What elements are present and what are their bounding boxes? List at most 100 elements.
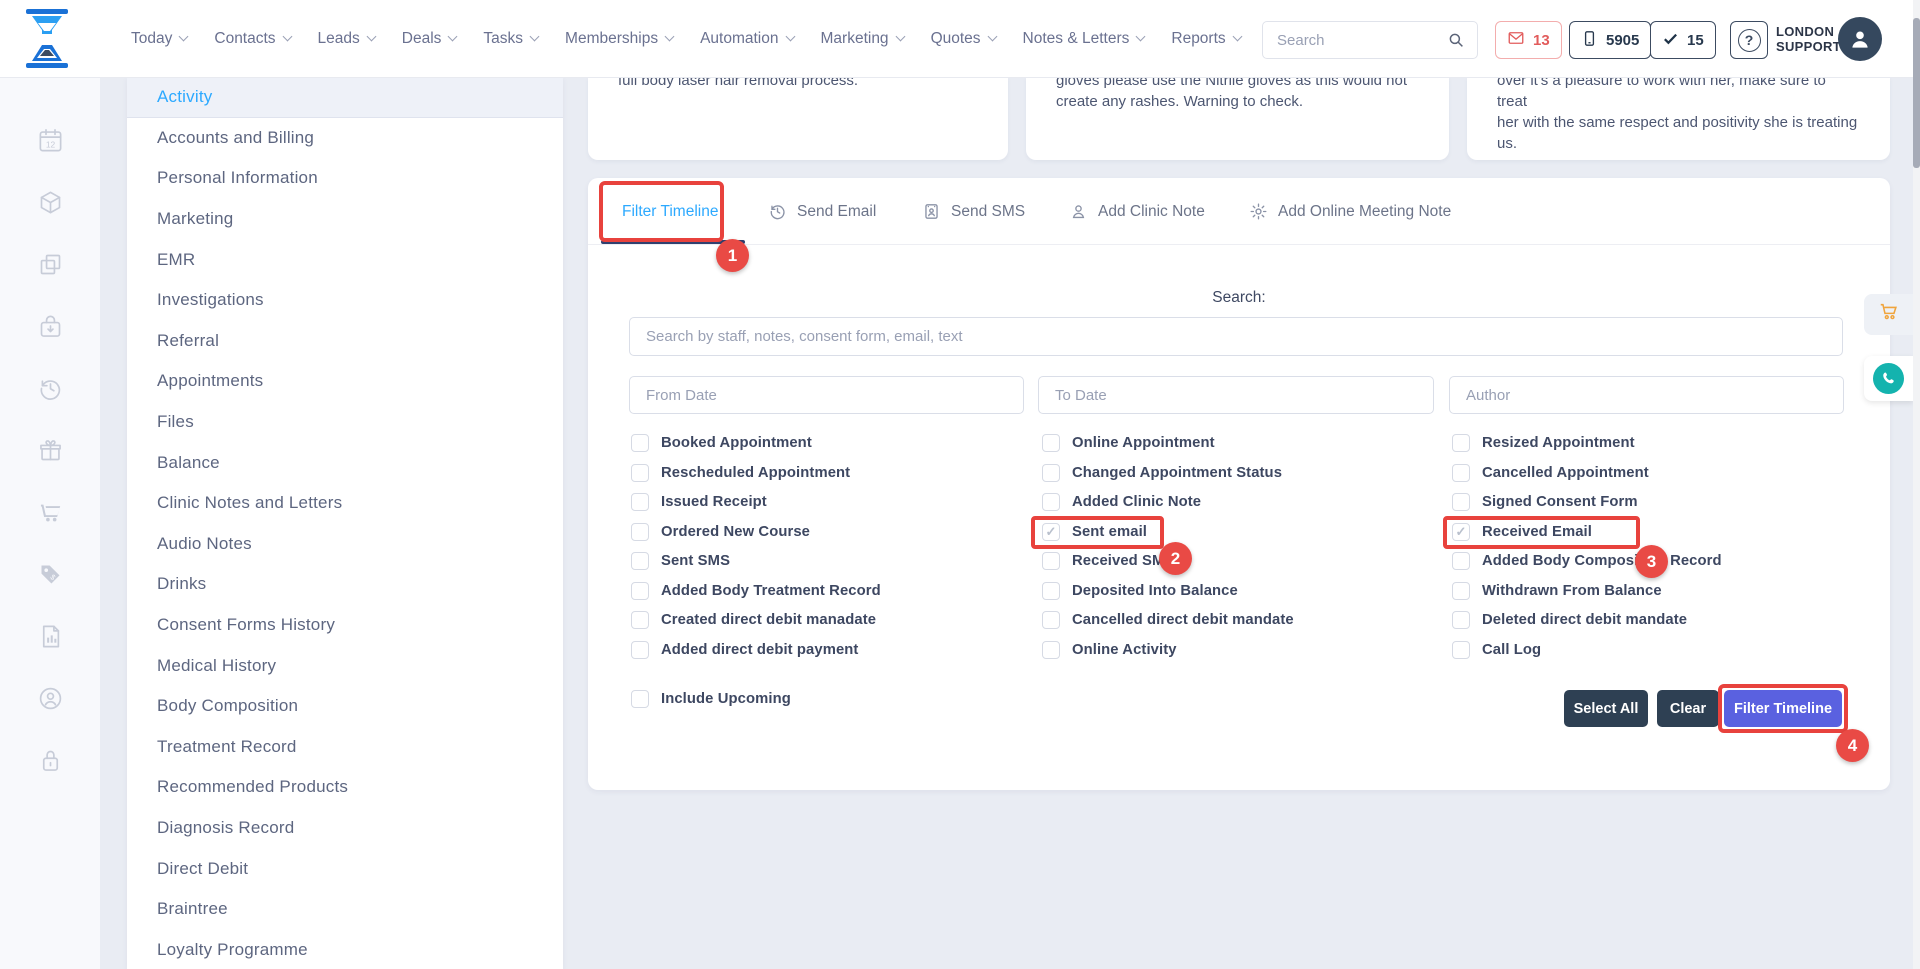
- filter-option-resized-appointment-checkbox[interactable]: [1452, 434, 1470, 452]
- sidebar-item-files[interactable]: Files: [127, 402, 563, 443]
- filter-option-online-appointment-row[interactable]: Online Appointment: [1042, 434, 1294, 452]
- filter-option-deposited-into-balance-checkbox[interactable]: [1042, 582, 1060, 600]
- sidebar-item-treatment-record[interactable]: Treatment Record: [127, 727, 563, 768]
- history-icon[interactable]: [37, 375, 64, 402]
- from-date-input[interactable]: [629, 376, 1024, 414]
- filter-option-changed-appointment-status-checkbox[interactable]: [1042, 464, 1060, 482]
- global-search-input[interactable]: [1263, 32, 1435, 49]
- nav-item-leads[interactable]: Leads: [318, 30, 375, 48]
- filter-option-added-body-composition-record-checkbox[interactable]: [1452, 552, 1470, 570]
- nav-item-today[interactable]: Today: [131, 30, 187, 48]
- email-badge[interactable]: 13: [1495, 21, 1562, 59]
- sidebar-item-diagnosis-record[interactable]: Diagnosis Record: [127, 808, 563, 849]
- clear-button[interactable]: Clear: [1657, 690, 1719, 727]
- filter-option-rescheduled-appointment-checkbox[interactable]: [631, 464, 649, 482]
- filter-option-online-activity-row[interactable]: Online Activity: [1042, 641, 1294, 659]
- sidebar-item-direct-debit[interactable]: Direct Debit: [127, 848, 563, 889]
- filter-option-online-activity-checkbox[interactable]: [1042, 641, 1060, 659]
- filter-option-signed-consent-form-row[interactable]: Signed Consent Form: [1452, 493, 1722, 511]
- filter-option-added-clinic-note-checkbox[interactable]: [1042, 493, 1060, 511]
- sidebar-item-audio-notes[interactable]: Audio Notes: [127, 524, 563, 565]
- filter-option-online-appointment-checkbox[interactable]: [1042, 434, 1060, 452]
- filter-option-deposited-into-balance-row[interactable]: Deposited Into Balance: [1042, 582, 1294, 600]
- filter-option-call-log-row[interactable]: Call Log: [1452, 641, 1722, 659]
- sidebar-item-loyalty-programme[interactable]: Loyalty Programme: [127, 929, 563, 969]
- timeline-search-input[interactable]: [629, 317, 1843, 356]
- filter-option-ordered-new-course-checkbox[interactable]: [631, 523, 649, 541]
- sidebar-item-emr[interactable]: EMR: [127, 239, 563, 280]
- filter-option-received-sms-checkbox[interactable]: [1042, 552, 1060, 570]
- search-icon[interactable]: [1435, 31, 1477, 49]
- filter-option-withdrawn-from-balance-checkbox[interactable]: [1452, 582, 1470, 600]
- filter-option-ordered-new-course-row[interactable]: Ordered New Course: [631, 523, 881, 541]
- call-widget[interactable]: [1864, 356, 1913, 401]
- sidebar-item-body-composition[interactable]: Body Composition: [127, 686, 563, 727]
- global-search-box[interactable]: [1262, 21, 1478, 59]
- to-date-input[interactable]: [1038, 376, 1434, 414]
- filter-option-sent-email-row[interactable]: ✓Sent email: [1042, 523, 1294, 541]
- filter-option-added-clinic-note-row[interactable]: Added Clinic Note: [1042, 493, 1294, 511]
- select-all-button[interactable]: Select All: [1564, 690, 1648, 727]
- filter-option-call-log-checkbox[interactable]: [1452, 641, 1470, 659]
- sidebar-item-accounts-and-billing[interactable]: Accounts and Billing: [127, 118, 563, 159]
- filter-option-deleted-direct-debit-mandate-row[interactable]: Deleted direct debit mandate: [1452, 611, 1722, 629]
- nav-item-reports[interactable]: Reports: [1171, 30, 1240, 48]
- author-input[interactable]: [1449, 376, 1844, 414]
- filter-option-added-body-treatment-record-checkbox[interactable]: [631, 582, 649, 600]
- report-icon[interactable]: [37, 623, 64, 650]
- nav-item-deals[interactable]: Deals: [402, 30, 457, 48]
- nav-item-tasks[interactable]: Tasks: [483, 30, 538, 48]
- filter-option-signed-consent-form-checkbox[interactable]: [1452, 493, 1470, 511]
- help-button[interactable]: ?: [1730, 21, 1768, 59]
- cart-icon[interactable]: [37, 499, 64, 526]
- sidebar-item-drinks[interactable]: Drinks: [127, 564, 563, 605]
- filter-option-cancelled-appointment-row[interactable]: Cancelled Appointment: [1452, 464, 1722, 482]
- phone-badge[interactable]: 5905: [1569, 21, 1651, 59]
- sidebar-item-investigations[interactable]: Investigations: [127, 280, 563, 321]
- nav-item-quotes[interactable]: Quotes: [931, 30, 996, 48]
- filter-option-sent-sms-row[interactable]: Sent SMS: [631, 552, 881, 570]
- nav-item-memberships[interactable]: Memberships: [565, 30, 673, 48]
- filter-option-include-upcoming-row[interactable]: Include Upcoming: [631, 690, 791, 708]
- gift-icon[interactable]: [37, 437, 64, 464]
- filter-option-sent-email-checkbox[interactable]: ✓: [1042, 523, 1060, 541]
- filter-option-resized-appointment-row[interactable]: Resized Appointment: [1452, 434, 1722, 452]
- filter-option-issued-receipt-row[interactable]: Issued Receipt: [631, 493, 881, 511]
- sidebar-item-braintree[interactable]: Braintree: [127, 889, 563, 930]
- filter-option-added-body-treatment-record-row[interactable]: Added Body Treatment Record: [631, 582, 881, 600]
- sidebar-item-referral[interactable]: Referral: [127, 321, 563, 362]
- filter-option-booked-appointment-checkbox[interactable]: [631, 434, 649, 452]
- package-icon[interactable]: [37, 189, 64, 216]
- filter-option-cancelled-appointment-checkbox[interactable]: [1452, 464, 1470, 482]
- calendar-icon[interactable]: 12: [37, 127, 64, 154]
- tab-send-sms[interactable]: Send SMS: [922, 178, 1025, 245]
- sidebar-item-balance[interactable]: Balance: [127, 442, 563, 483]
- nav-item-marketing[interactable]: Marketing: [821, 30, 904, 48]
- cart-widget[interactable]: [1864, 294, 1913, 335]
- tab-add-clinic-note[interactable]: Add Clinic Note: [1069, 178, 1205, 245]
- filter-option-received-email-row[interactable]: ✓Received Email: [1452, 523, 1722, 541]
- filter-option-deleted-direct-debit-mandate-checkbox[interactable]: [1452, 611, 1470, 629]
- filter-option-created-direct-debit-manadate-checkbox[interactable]: [631, 611, 649, 629]
- tab-send-email[interactable]: Send Email: [768, 178, 876, 245]
- filter-option-withdrawn-from-balance-row[interactable]: Withdrawn From Balance: [1452, 582, 1722, 600]
- lock-icon[interactable]: [37, 747, 64, 774]
- nav-item-contacts[interactable]: Contacts: [214, 30, 290, 48]
- filter-option-received-email-checkbox[interactable]: ✓: [1452, 523, 1470, 541]
- app-logo-icon[interactable]: [24, 9, 70, 68]
- filter-option-sent-sms-checkbox[interactable]: [631, 552, 649, 570]
- nav-item-automation[interactable]: Automation: [700, 30, 793, 48]
- filter-option-issued-receipt-checkbox[interactable]: [631, 493, 649, 511]
- bag-icon[interactable]: [37, 313, 64, 340]
- filter-timeline-button[interactable]: Filter Timeline: [1724, 690, 1842, 727]
- filter-option-cancelled-direct-debit-mandate-row[interactable]: Cancelled direct debit mandate: [1042, 611, 1294, 629]
- sidebar-item-personal-information[interactable]: Personal Information: [127, 158, 563, 199]
- filter-option-added-body-composition-record-row[interactable]: Added Body Composition Record: [1452, 552, 1722, 570]
- filter-option-changed-appointment-status-row[interactable]: Changed Appointment Status: [1042, 464, 1294, 482]
- tab-filter-timeline[interactable]: Filter Timeline: [622, 178, 718, 245]
- sidebar-item-appointments[interactable]: Appointments: [127, 361, 563, 402]
- tasks-badge[interactable]: 15: [1650, 21, 1716, 59]
- filter-option-added-direct-debit-payment-checkbox[interactable]: [631, 641, 649, 659]
- copy-icon[interactable]: [37, 251, 64, 278]
- scrollbar-thumb[interactable]: [1913, 18, 1920, 168]
